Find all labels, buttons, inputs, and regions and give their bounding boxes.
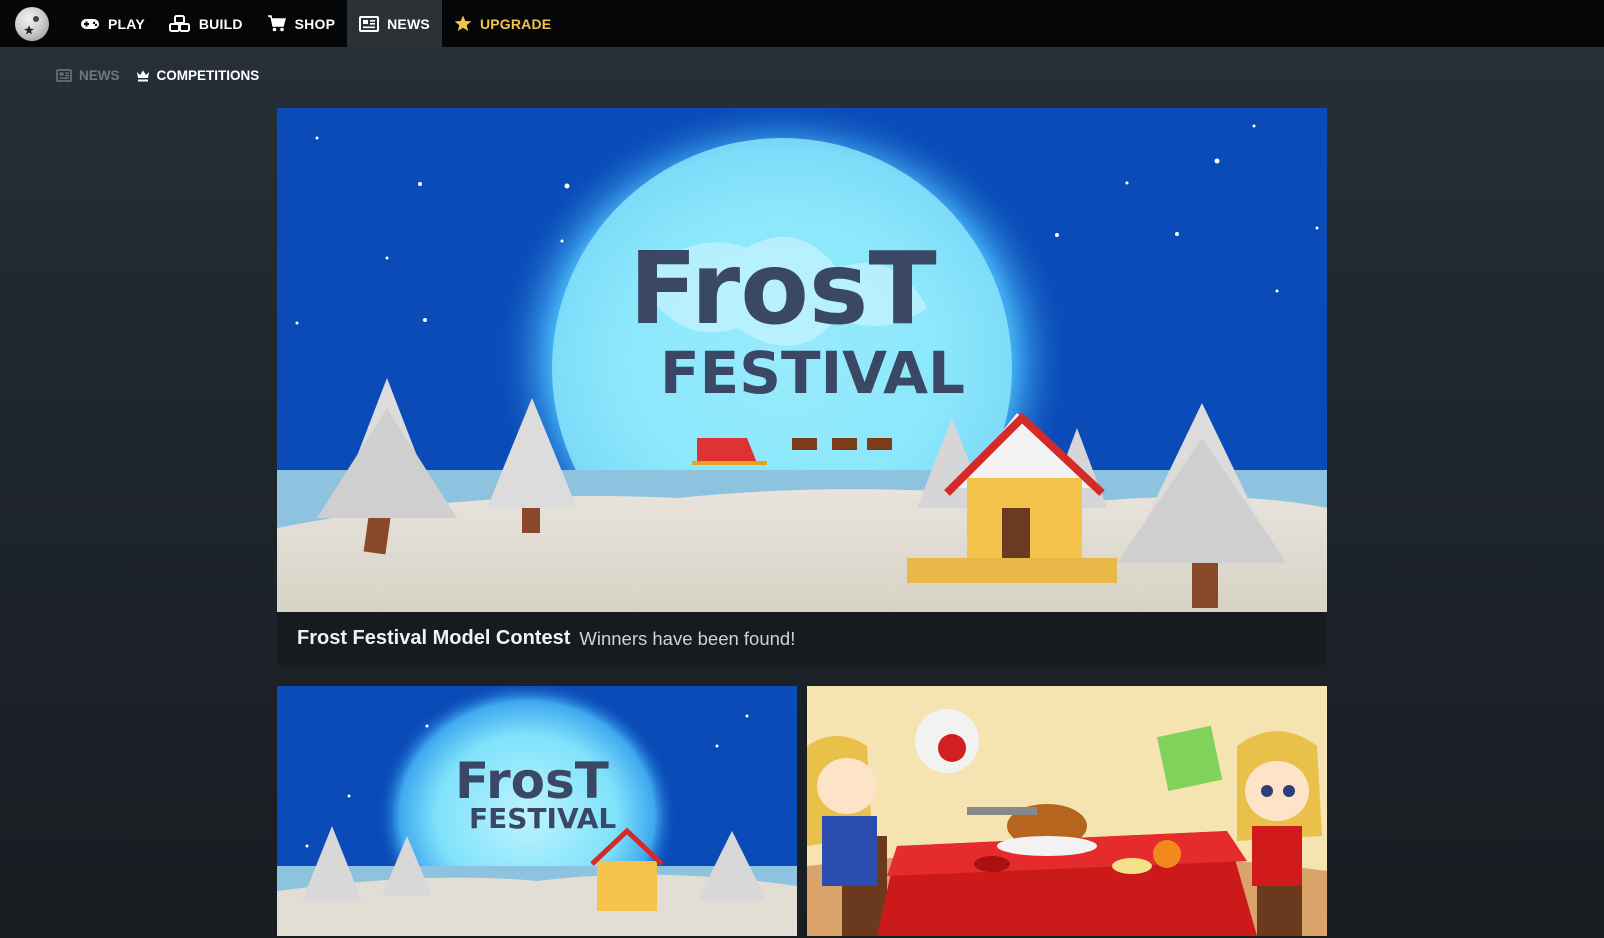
nav-news-label: NEWS — [387, 15, 430, 32]
news-thumbnail-feast[interactable] — [807, 686, 1327, 936]
hero-art-title-2: FESTIVAL — [660, 339, 965, 407]
thumb-art-title-2: FESTIVAL — [469, 802, 616, 835]
nav-shop-label: SHOP — [294, 15, 336, 32]
nav-build-label: BUILD — [198, 15, 243, 32]
star-icon — [454, 15, 472, 32]
hero-art-title-1: FrosT — [629, 230, 937, 347]
subnav-news[interactable]: NEWS — [56, 68, 120, 83]
nav-news[interactable]: NEWS — [347, 0, 442, 47]
news-thumbnail-frost-festival[interactable]: FrosT FESTIVAL — [277, 686, 797, 936]
newspaper-icon — [56, 69, 72, 82]
newspaper-icon — [359, 15, 380, 32]
subnav-news-label: NEWS — [79, 68, 120, 83]
nav-play[interactable]: PLAY — [68, 0, 157, 47]
subnav-competitions[interactable]: COMPETITIONS — [136, 68, 260, 83]
subnav-competitions-label: COMPETITIONS — [156, 68, 260, 83]
featured-news-subtitle: Winners have been found! — [579, 627, 796, 649]
sub-nav: NEWS COMPETITIONS — [56, 68, 275, 83]
nav-play-label: PLAY — [108, 15, 145, 32]
crown-icon — [136, 69, 150, 83]
cart-icon — [267, 15, 287, 32]
nav-build[interactable]: BUILD — [157, 0, 255, 47]
featured-news-title[interactable]: Frost Festival Model Contest — [297, 627, 570, 650]
logo-star-icon — [24, 15, 39, 34]
nav-shop[interactable]: SHOP — [255, 0, 347, 47]
site-logo[interactable] — [15, 6, 49, 41]
nav-upgrade[interactable]: UPGRADE — [442, 0, 563, 47]
featured-news-caption[interactable]: Frost Festival Model Contest Winners hav… — [277, 612, 1327, 665]
featured-news-image[interactable]: FrosT FESTIVAL — [277, 108, 1327, 612]
gamepad-icon — [80, 17, 100, 31]
blocks-icon — [168, 14, 191, 33]
nav-upgrade-label: UPGRADE — [479, 15, 552, 32]
top-nav-bar: PLAY BUILD SHOP NEWS UPGRADE — [0, 0, 1604, 47]
